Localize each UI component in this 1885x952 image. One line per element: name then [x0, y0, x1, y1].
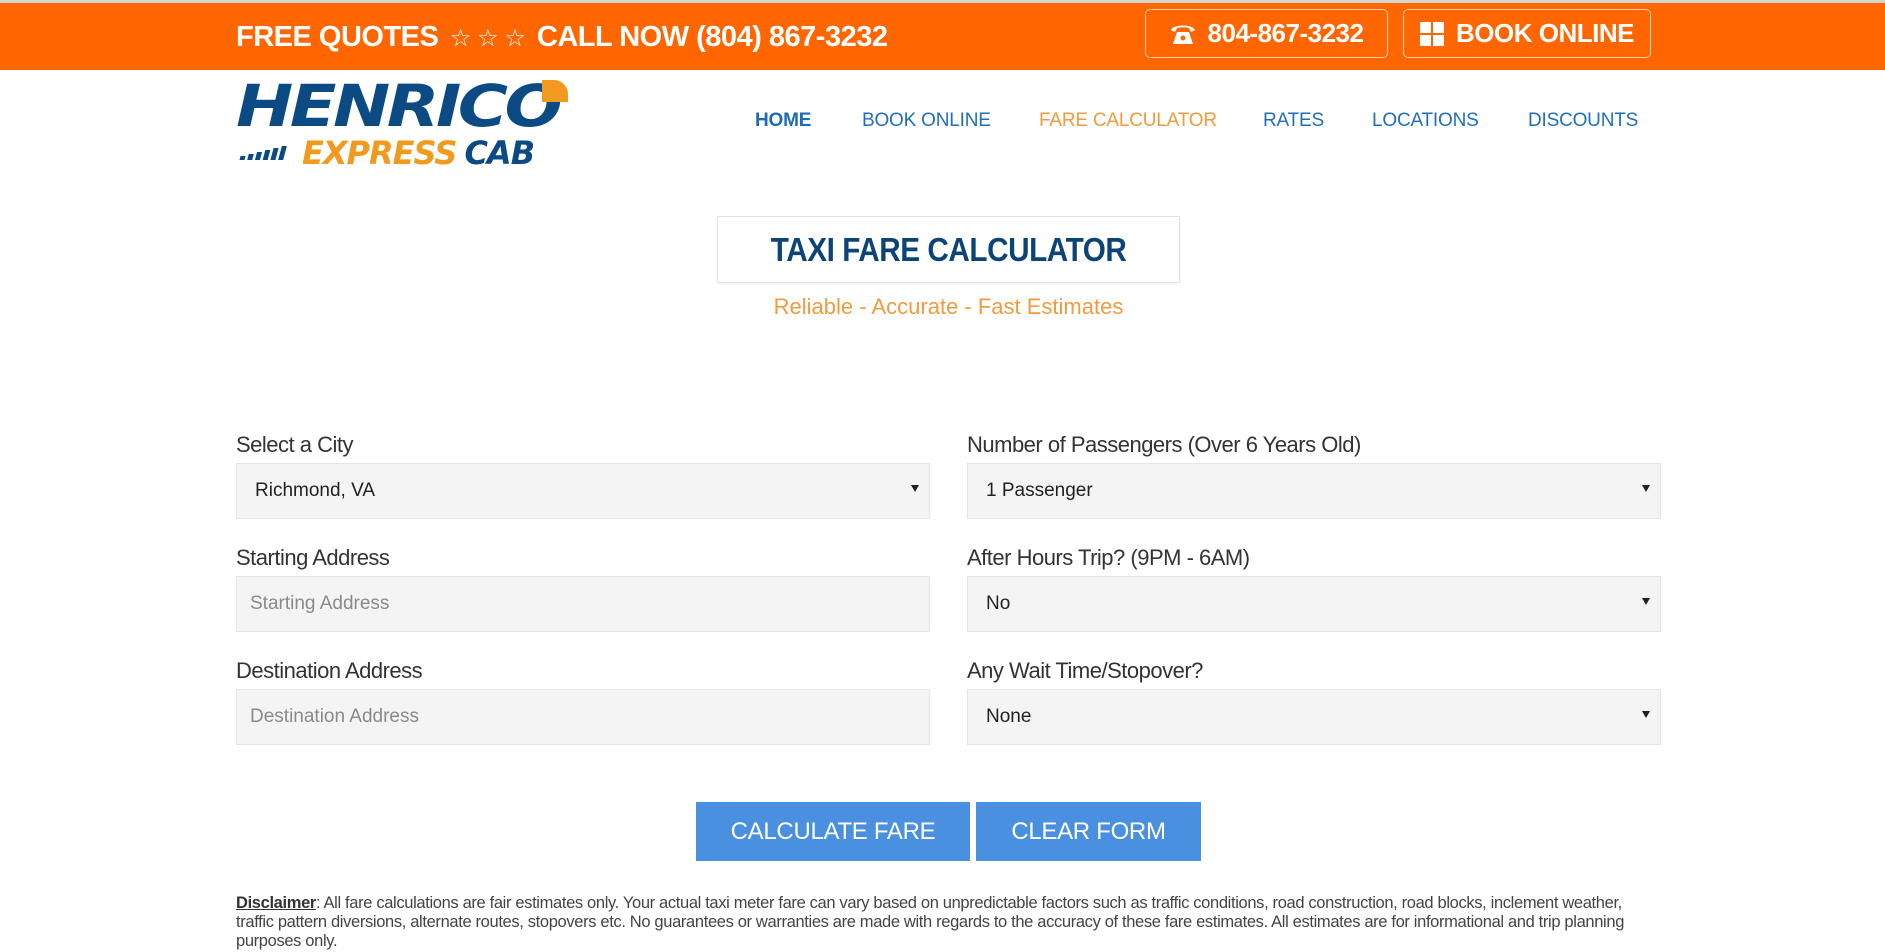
logo-speed-bars: [239, 146, 287, 160]
passengers-label: Number of Passengers (Over 6 Years Old): [967, 432, 1361, 457]
book-online-label: BOOK ONLINE: [1456, 18, 1634, 48]
after-hours-label: After Hours Trip? (9PM - 6AM): [967, 545, 1250, 570]
book-online-top-button[interactable]: BOOK ONLINE: [1403, 9, 1651, 58]
page-subtitle: Reliable - Accurate - Fast Estimates: [773, 294, 1124, 319]
company-logo[interactable]: HENRICO EXPRESS CAB: [236, 72, 572, 172]
promo-call-now: CALL NOW (804) 867-3232: [536, 21, 888, 53]
phone-icon: [1170, 23, 1196, 45]
promo-free-quotes: FREE QUOTES: [236, 21, 439, 53]
page-title: TAXI FARE CALCULATOR: [770, 230, 1127, 268]
after-hours-select-value: No: [986, 593, 1011, 614]
starting-address-field[interactable]: [236, 576, 930, 632]
chevron-down-icon: [1642, 485, 1650, 492]
phone-number-label: 804-867-3232: [1207, 18, 1364, 48]
wait-time-label: Any Wait Time/Stopover?: [967, 658, 1203, 683]
disclaimer-text: : All fare calculations are fair estimat…: [236, 894, 1625, 950]
nav-fare-calculator[interactable]: FARE CALCULATOR: [1039, 110, 1217, 132]
page-title-box: TAXI FARE CALCULATOR: [717, 216, 1180, 283]
starting-address-label: Starting Address: [236, 545, 390, 570]
logo-cab: CAB: [464, 134, 535, 172]
chevron-down-icon: [1642, 711, 1650, 718]
promo-text: FREE QUOTES ☆ ☆ ☆ CALL NOW (804) 867-323…: [236, 21, 888, 54]
disclaimer: Disclaimer: All fare calculations are fa…: [236, 894, 1661, 951]
grid-icon: [1420, 21, 1445, 46]
destination-address-field[interactable]: [236, 689, 930, 745]
nav-discounts[interactable]: DISCOUNTS: [1528, 110, 1638, 132]
chevron-down-icon: [1642, 598, 1650, 605]
nav-home[interactable]: HOME: [755, 110, 811, 132]
stars-icon: ☆ ☆ ☆: [449, 25, 526, 52]
clear-form-button[interactable]: CLEAR FORM: [976, 802, 1201, 861]
city-select-value: Richmond, VA: [255, 480, 376, 501]
logo-express: EXPRESS: [302, 134, 457, 172]
city-label: Select a City: [236, 432, 354, 457]
destination-address-input[interactable]: [250, 690, 929, 744]
nav-locations[interactable]: LOCATIONS: [1372, 110, 1479, 132]
top-banner: FREE QUOTES ☆ ☆ ☆ CALL NOW (804) 867-323…: [0, 3, 1885, 70]
logo-henrico: HENRICO: [236, 72, 563, 140]
disclaimer-label: Disclaimer: [236, 894, 316, 912]
logo-express-cab: EXPRESS CAB: [302, 134, 535, 172]
call-phone-button[interactable]: 804-867-3232: [1145, 9, 1388, 58]
nav-book-online[interactable]: BOOK ONLINE: [862, 110, 991, 132]
passengers-select-value: 1 Passenger: [986, 480, 1093, 501]
passengers-select[interactable]: 1 Passenger: [967, 463, 1661, 519]
wait-time-select-value: None: [986, 706, 1032, 727]
chevron-down-icon: [911, 485, 919, 492]
starting-address-input[interactable]: [250, 577, 929, 631]
calculate-fare-button[interactable]: CALCULATE FARE: [696, 802, 970, 861]
after-hours-select[interactable]: No: [967, 576, 1661, 632]
destination-address-label: Destination Address: [236, 658, 423, 683]
logo-accent-shape: [542, 80, 568, 102]
nav-rates[interactable]: RATES: [1263, 110, 1324, 132]
city-select[interactable]: Richmond, VA: [236, 463, 930, 519]
wait-time-select[interactable]: None: [967, 689, 1661, 745]
